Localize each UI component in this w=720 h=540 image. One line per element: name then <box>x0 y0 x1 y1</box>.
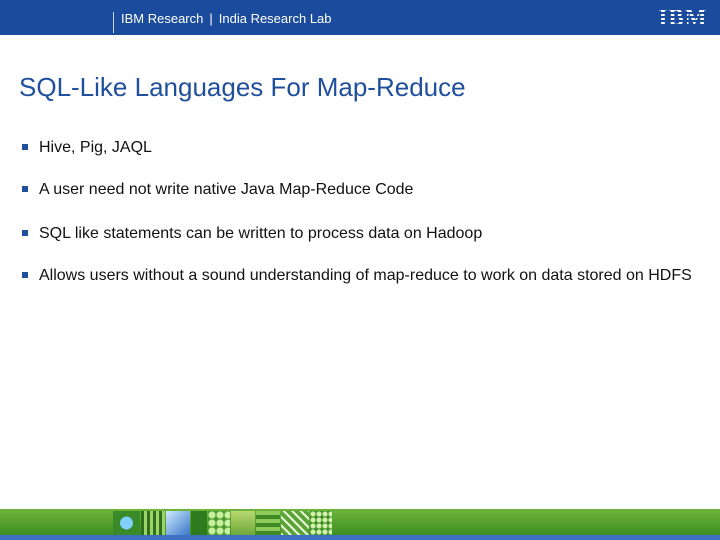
bullet-item: Allows users without a sound understandi… <box>22 265 699 287</box>
ibm-logo-text: IBM <box>659 6 708 27</box>
bullet-text: Hive, Pig, JAQL <box>39 139 152 156</box>
header-separator: | <box>209 11 213 26</box>
bullet-marker <box>22 144 28 150</box>
bullet-text: A user need not write native Java Map-Re… <box>39 181 414 198</box>
bullet-marker <box>22 230 28 236</box>
bullet-text: Allows users without a sound understandi… <box>39 267 692 284</box>
header-divider <box>113 12 114 33</box>
header-org: IBM Research <box>121 11 204 26</box>
ibm-logo: IBM <box>659 6 708 27</box>
bullet-text: SQL like statements can be written to pr… <box>39 225 483 242</box>
bullet-item: Hive, Pig, JAQL <box>22 137 152 159</box>
bullet-marker <box>22 272 28 278</box>
bullet-marker <box>22 186 28 192</box>
footer-tile <box>113 511 140 535</box>
bullet-item: A user need not write native Java Map-Re… <box>22 179 413 201</box>
header-title: IBM Research | India Research Lab <box>121 11 332 27</box>
footer-tile <box>208 511 230 535</box>
footer-tile <box>166 511 190 535</box>
footer-tile <box>281 511 309 535</box>
header-lab: India Research Lab <box>218 11 332 26</box>
footer-tile <box>141 511 165 535</box>
footer-tile <box>191 511 207 535</box>
footer-green-band <box>0 509 720 535</box>
slide-title: SQL-Like Languages For Map-Reduce <box>19 72 466 102</box>
footer-tile <box>231 511 255 535</box>
footer-banner <box>0 509 720 540</box>
bullet-item: SQL like statements can be written to pr… <box>22 223 482 245</box>
footer-tile <box>256 511 280 535</box>
footer-blue-strip <box>0 535 720 540</box>
header-bar: IBM Research | India Research Lab IBM <box>0 0 720 35</box>
footer-tile <box>310 511 332 535</box>
